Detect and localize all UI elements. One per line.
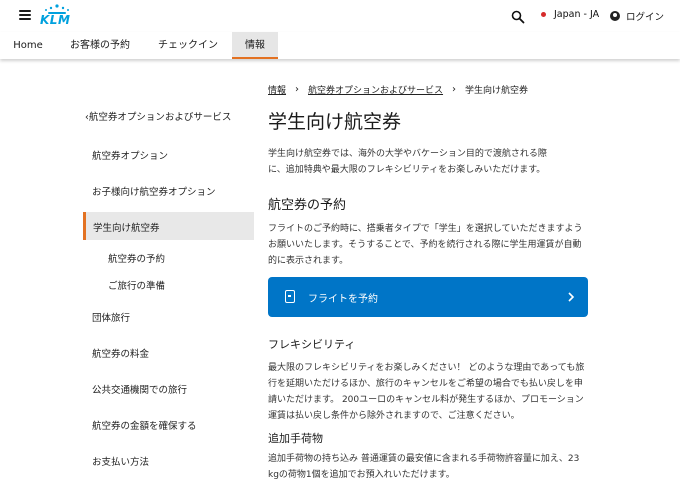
paragraph-line: 請いただけます。 200ユーロのキャンセル料が発生するほか、プロモーション (268, 395, 584, 405)
login-label: ログイン (626, 12, 665, 23)
chevron-right-icon: › (295, 84, 300, 95)
intro-line: に、追加特典や最大限のフレキシビリティをお楽しみいただけます。 (268, 165, 546, 175)
paragraph-line: 運賃は払い戻し条件から除外されますので、ご注意ください。 (268, 411, 520, 421)
section-flexibility-text: 最大限のフレキシビリティをお楽しみください！ どのような理由であっても旅 行を延… (268, 360, 588, 424)
paragraph-line: 最大限のフレキシビリティをお楽しみください！ どのような理由であっても旅 (268, 363, 585, 373)
breadcrumb-current: 学生向け航空券 (465, 86, 529, 96)
chevron-right-icon (568, 292, 575, 302)
menu-icon[interactable] (19, 10, 31, 20)
main-nav: Home お客様の予約 チェックイン 情報 (0, 32, 680, 59)
locale-label: Japan - JA (554, 9, 600, 20)
tab-home[interactable]: Home (6, 32, 50, 59)
sidebar-back-label: 航空券オプションおよびサービス (88, 112, 232, 123)
paragraph-line: 的に表示されます。 (268, 256, 349, 266)
sidebar-back-link[interactable]: ‹航空券オプションおよびサービス (85, 109, 231, 123)
section-baggage-title: 追加手荷物 (268, 432, 323, 445)
sidebar-item-public-transport[interactable]: 公共交通機関での旅行 (92, 382, 187, 396)
locale-selector[interactable]: Japan - JA (541, 9, 599, 20)
search-icon[interactable] (511, 9, 525, 24)
intro-text: 学生向け航空券では、海外の大学やバケーション目的で渡航される際 に、追加特典や最… (268, 146, 588, 178)
top-bar: KLM Japan - JA ログイン (0, 0, 680, 32)
sidebar-item-ticket-options[interactable]: 航空券オプション (92, 148, 168, 162)
paragraph-line: 行を延期いただけるほか、旅行のキャンセルをご希望の場合でも払い戻しを申 (268, 379, 583, 389)
section-flexibility-title: フレキシビリティ (268, 338, 356, 351)
section-booking-text: フライトのご予約時に、搭乗者タイプで「学生」を選択していただきますよう お願いい… (268, 221, 588, 269)
sidebar-item-label: 学生向け航空券 (93, 223, 160, 234)
account-icon (610, 11, 620, 21)
sidebar-subitem-booking[interactable]: 航空券の予約 (108, 251, 165, 265)
japan-flag-icon (541, 12, 546, 17)
breadcrumb-ticket-options[interactable]: 航空券オプションおよびサービス (308, 83, 443, 96)
sidebar-item-child-options[interactable]: お子様向け航空券オプション (92, 184, 216, 198)
book-flight-label: フライトを予約 (308, 294, 378, 305)
paragraph-line: kgの荷物1個を追加でお預入れいただけます。 (268, 470, 455, 480)
sidebar-item-student-tickets[interactable]: 学生向け航空券 (83, 212, 254, 240)
paragraph-line: お願いいたします。そうすることで、予約を続行される際に学生用運賃が自動 (268, 240, 582, 250)
tab-check-in[interactable]: チェックイン (150, 32, 226, 59)
sidebar-item-fare-lock[interactable]: 航空券の金額を確保する (92, 418, 197, 432)
section-baggage-text: 追加手荷物の持ち込み 普通運賃の最安値に含まれる手荷物許容量に加え、23 kgの… (268, 451, 588, 480)
tab-my-booking[interactable]: お客様の予約 (62, 32, 138, 59)
book-flight-button[interactable]: フライトを予約 (268, 277, 588, 317)
intro-line: 学生向け航空券では、海外の大学やバケーション目的で渡航される際 (268, 149, 547, 159)
sidebar-subitem-preparation[interactable]: ご旅行の準備 (108, 278, 165, 292)
paragraph-line: フライトのご予約時に、搭乗者タイプで「学生」を選択していただきますよう (268, 224, 583, 234)
section-booking-title: 航空券の予約 (268, 198, 347, 213)
paragraph-line: 追加手荷物の持ち込み 普通運賃の最安値に含まれる手荷物許容量に加え、23 (268, 454, 580, 464)
page-title: 学生向け航空券 (268, 111, 402, 133)
klm-logo[interactable]: KLM (40, 13, 70, 27)
sidebar-item-fares[interactable]: 航空券の料金 (92, 346, 149, 360)
breadcrumb: 情報 › 航空券オプションおよびサービス › 学生向け航空券 (268, 83, 528, 96)
sidebar-item-payment-methods[interactable]: お支払い方法 (92, 454, 149, 468)
breadcrumb-information[interactable]: 情報 (268, 83, 286, 96)
tab-information[interactable]: 情報 (232, 32, 278, 59)
sidebar-item-group-travel[interactable]: 団体旅行 (92, 310, 130, 324)
login-button[interactable]: ログイン (610, 9, 664, 23)
ticket-icon (285, 290, 295, 303)
chevron-right-icon: › (452, 84, 457, 95)
